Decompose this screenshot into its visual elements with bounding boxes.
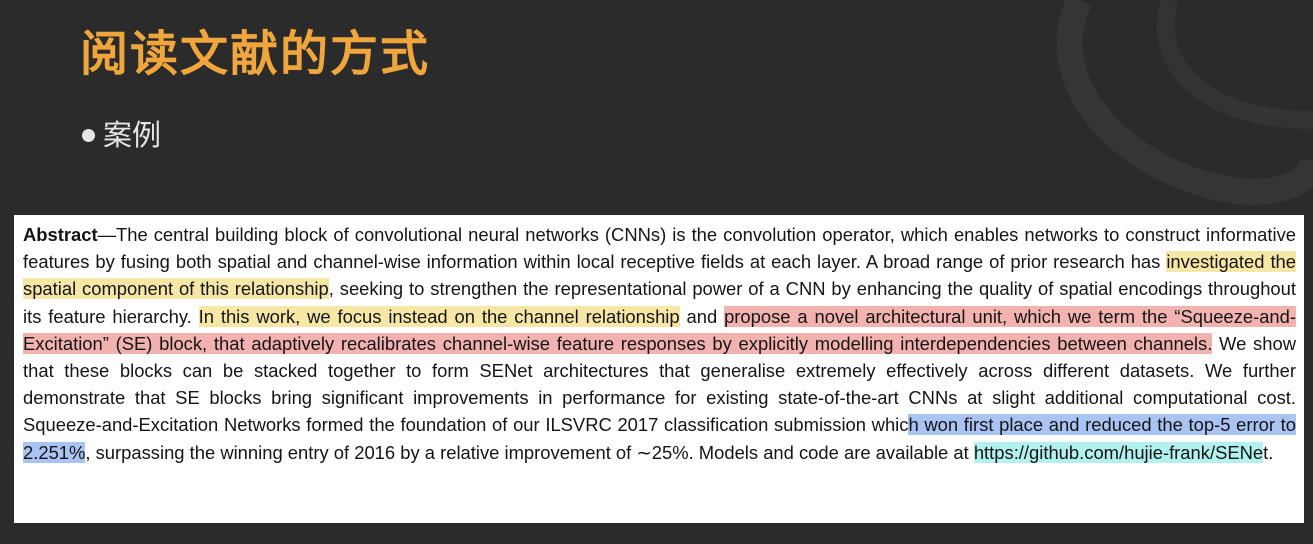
abstract-text-5: , surpassing the winning entry of 2016 b… (85, 441, 974, 463)
abstract-paragraph: Abstract—The central building block of c… (23, 221, 1297, 466)
abstract-label: Abstract (23, 224, 98, 245)
bullet-item: 案例 (82, 112, 161, 154)
bullet-dot-icon (82, 128, 95, 142)
abstract-text-3: and (679, 305, 725, 327)
abstract-text-6: t. (1263, 441, 1274, 463)
highlight-yellow-2: In this work, we focus instead on the ch… (198, 305, 680, 327)
abstract-dash: — (97, 224, 116, 245)
slide-title: 阅读文献的方式 (80, 26, 431, 82)
abstract-text-1: The central building block of convolutio… (23, 224, 1296, 273)
github-link-highlight[interactable]: https://github.com/hujie-frank/SENe (973, 441, 1264, 463)
bullet-text: 案例 (103, 118, 162, 152)
abstract-screenshot: Abstract—The central building block of c… (14, 215, 1304, 523)
